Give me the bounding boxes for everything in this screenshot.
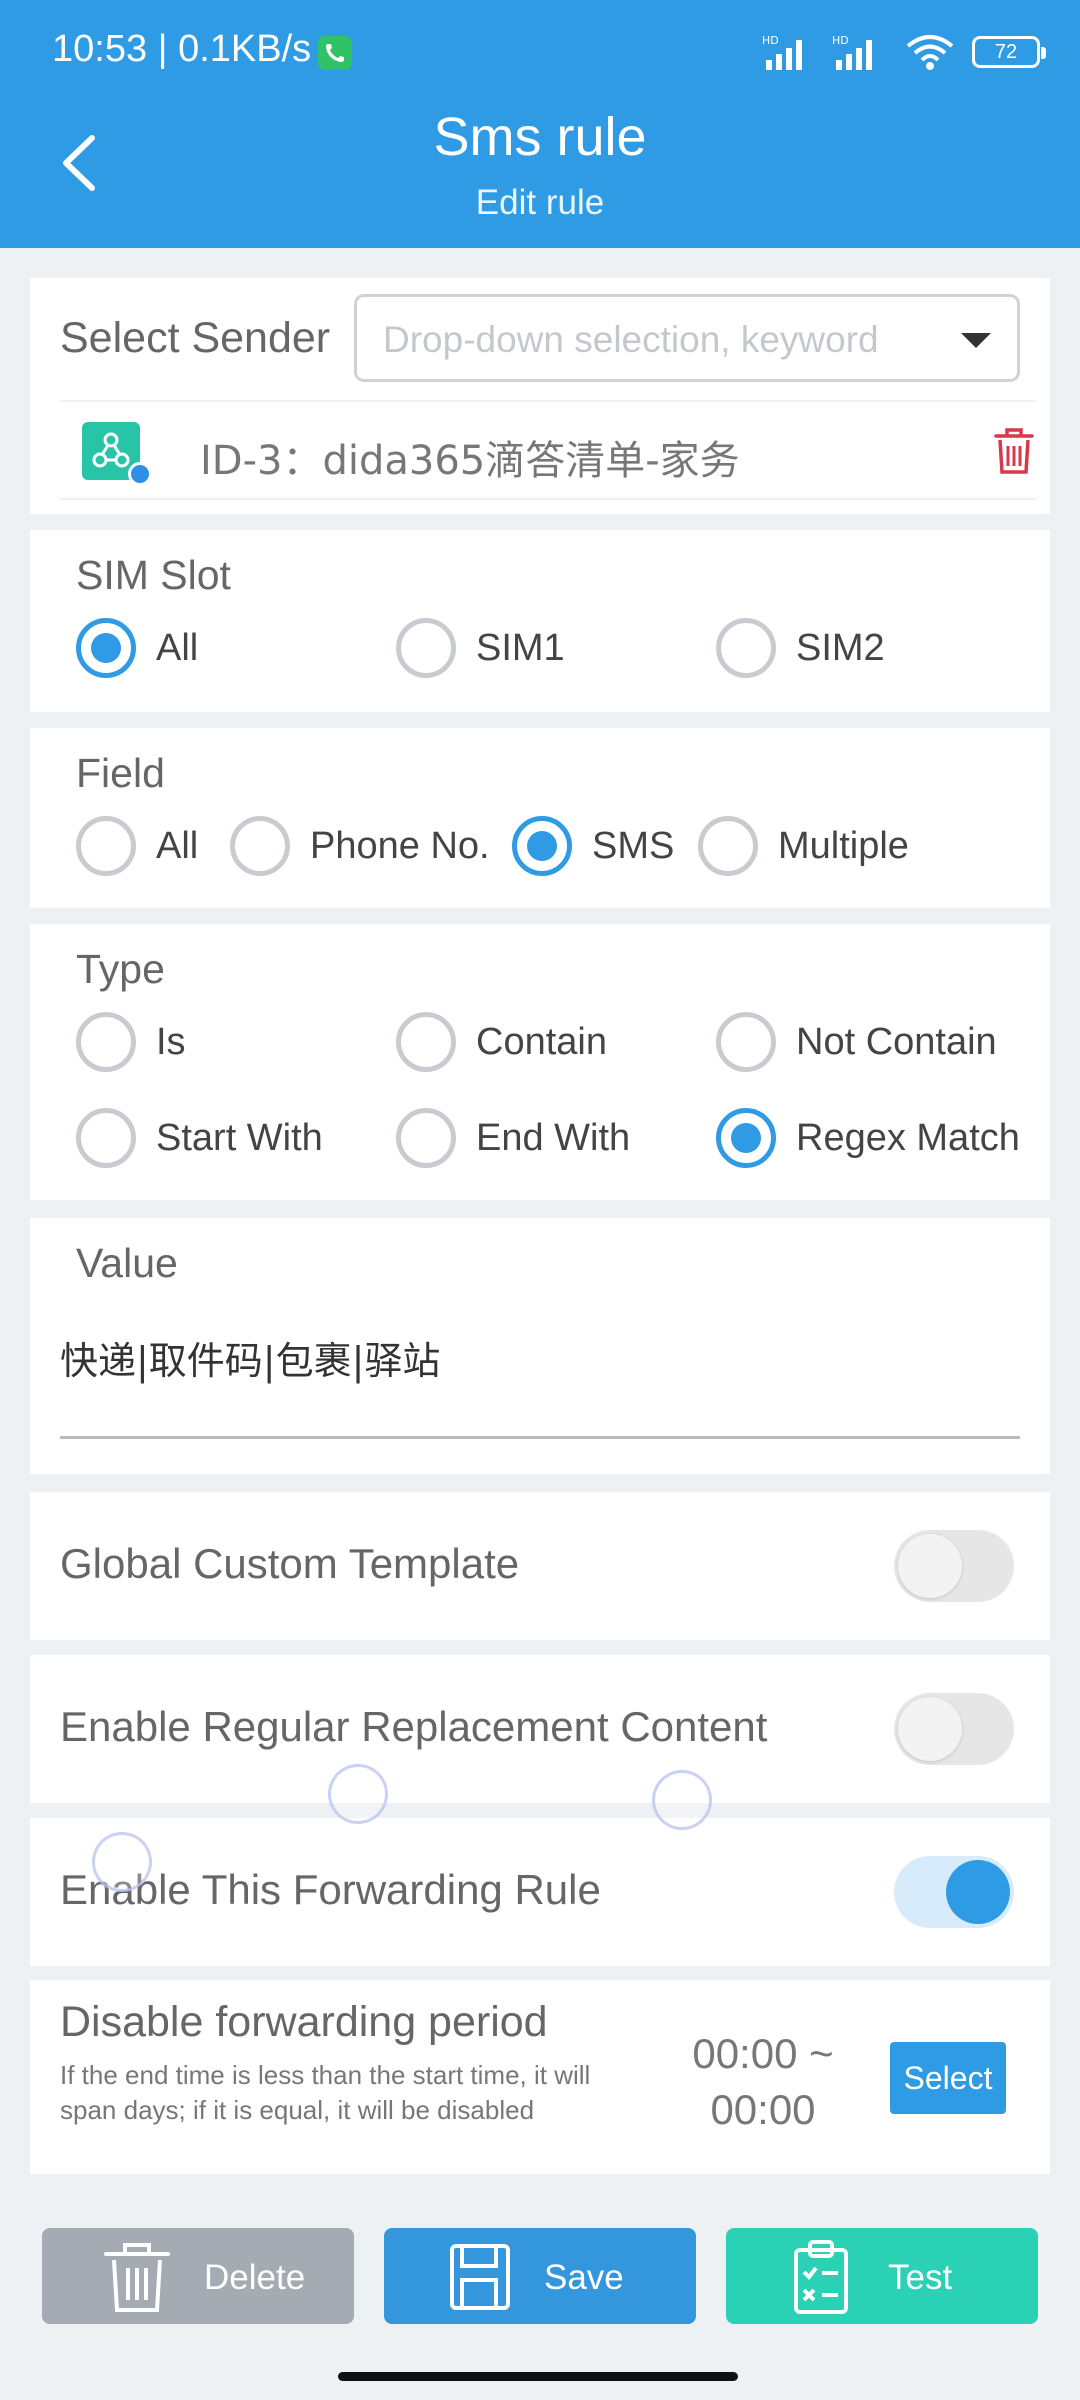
radio-button[interactable]	[396, 1012, 456, 1072]
app-header: 10:53 | 0.1KB/s HD HD 72 Sms rule Edit r…	[0, 0, 1080, 248]
period-description: If the end time is less than the start t…	[60, 2060, 591, 2125]
field-title: Field	[76, 750, 165, 796]
radio-button[interactable]	[716, 1012, 776, 1072]
radio-type-regex[interactable]: Regex Match	[716, 1108, 1020, 1168]
caret-down-icon	[961, 333, 991, 348]
test-button[interactable]: Test	[726, 2228, 1038, 2324]
save-disk-icon	[450, 2244, 510, 2310]
select-sender-label: Select Sender	[60, 314, 331, 362]
radio-type-is[interactable]: Is	[76, 1012, 186, 1072]
period-title: Disable forwarding period	[60, 1998, 548, 2046]
page-title: Sms rule	[433, 107, 647, 167]
radio-sim1[interactable]: SIM1	[396, 618, 565, 678]
radio-label: SIM1	[476, 626, 565, 669]
regex-replace-label: Enable Regular Replacement Content	[60, 1703, 768, 1750]
input-underline	[60, 1436, 1020, 1439]
radio-button[interactable]	[76, 816, 136, 876]
touch-indicator	[652, 1770, 712, 1830]
value-title: Value	[76, 1240, 178, 1286]
period-start: 00:00 ~	[692, 2030, 834, 2077]
radio-button[interactable]	[76, 1108, 136, 1168]
radio-sim2[interactable]: SIM2	[716, 618, 885, 678]
radio-type-contain[interactable]: Contain	[396, 1012, 607, 1072]
radio-label: Multiple	[778, 824, 909, 867]
svg-text:HD: HD	[762, 34, 779, 47]
sim-slot-card: SIM Slot All SIM1 SIM2	[30, 530, 1050, 712]
status-dot	[128, 462, 152, 486]
radio-label: Not Contain	[796, 1020, 997, 1063]
test-label: Test	[888, 2258, 953, 2297]
save-button[interactable]: Save	[384, 2228, 696, 2324]
regex-replace-switch[interactable]	[894, 1693, 1014, 1765]
trash-icon	[104, 2243, 170, 2312]
global-template-card: Global Custom Template	[30, 1492, 1050, 1640]
wifi-icon	[906, 35, 954, 70]
radio-field-all[interactable]: All	[76, 816, 198, 876]
radio-button[interactable]	[396, 618, 456, 678]
radio-label: Regex Match	[796, 1116, 1020, 1159]
remove-sender-trash-icon[interactable]	[992, 426, 1036, 476]
battery-icon: 72	[972, 36, 1046, 68]
radio-field-multiple[interactable]: Multiple	[698, 816, 909, 876]
clipboard-check-icon	[794, 2240, 848, 2314]
value-input[interactable]: 快递|取件码|包裹|驿站	[60, 1330, 440, 1385]
radio-field-phone[interactable]: Phone No.	[230, 816, 490, 876]
radio-button[interactable]	[396, 1108, 456, 1168]
save-label: Save	[544, 2258, 624, 2297]
radio-button-selected[interactable]	[76, 618, 136, 678]
radio-label: Is	[156, 1020, 186, 1063]
regex-replace-card: Enable Regular Replacement Content	[30, 1655, 1050, 1803]
select-period-button[interactable]: Select	[890, 2042, 1006, 2114]
radio-label: End With	[476, 1116, 631, 1159]
enable-rule-switch[interactable]	[894, 1856, 1014, 1928]
type-title: Type	[76, 946, 165, 992]
radio-label: Phone No.	[310, 824, 490, 867]
radio-button[interactable]	[716, 618, 776, 678]
enable-rule-card: Enable This Forwarding Rule	[30, 1818, 1050, 1966]
global-template-label: Global Custom Template	[60, 1540, 520, 1587]
status-time: 10:53 | 0.1KB/s	[52, 28, 312, 70]
radio-label: Contain	[476, 1020, 607, 1063]
radio-sim-all[interactable]: All	[76, 618, 198, 678]
radio-label: Start With	[156, 1116, 323, 1159]
sender-card: Select Sender Drop-down selection, keywo…	[30, 278, 1050, 514]
radio-type-start-with[interactable]: Start With	[76, 1108, 323, 1168]
signal-hd-2-icon: HD	[832, 34, 872, 70]
phone-call-icon	[318, 36, 352, 70]
radio-label: SIM2	[796, 626, 885, 669]
battery-level: 72	[994, 40, 1018, 63]
period-time-range: 00:00 ~ 00:00	[648, 2026, 878, 2138]
field-card: Field All Phone No. SMS Multiple	[30, 728, 1050, 908]
radio-label: SMS	[592, 824, 675, 867]
home-indicator[interactable]	[338, 2372, 738, 2381]
period-end: 00:00	[710, 2086, 816, 2133]
value-card: Value 快递|取件码|包裹|驿站	[30, 1218, 1050, 1474]
signal-hd-icon: HD	[762, 34, 802, 70]
status-bar: 10:53 | 0.1KB/s HD HD 72	[0, 0, 1080, 105]
delete-button[interactable]: Delete	[42, 2228, 354, 2324]
sim-slot-title: SIM Slot	[76, 552, 231, 598]
disable-period-card: Disable forwarding period If the end tim…	[30, 1980, 1050, 2174]
radio-button[interactable]	[698, 816, 758, 876]
global-template-switch[interactable]	[894, 1530, 1014, 1602]
radio-button-selected[interactable]	[716, 1108, 776, 1168]
selected-sender-name: ID-3：dida365滴答清单-家务	[200, 438, 740, 484]
sender-dropdown-placeholder: Drop-down selection, keyword	[383, 319, 879, 360]
radio-label: All	[156, 626, 199, 669]
radio-button-selected[interactable]	[512, 816, 572, 876]
delete-label: Delete	[204, 2258, 306, 2297]
radio-type-not-contain[interactable]: Not Contain	[716, 1012, 997, 1072]
page-subtitle: Edit rule	[475, 183, 605, 222]
svg-text:HD: HD	[832, 34, 849, 47]
selected-sender-row: ID-3：dida365滴答清单-家务	[60, 400, 1036, 500]
touch-indicator	[92, 1832, 152, 1892]
radio-button[interactable]	[230, 816, 290, 876]
radio-type-end-with[interactable]: End With	[396, 1108, 630, 1168]
radio-label: All	[156, 824, 199, 867]
radio-button[interactable]	[76, 1012, 136, 1072]
touch-indicator	[328, 1764, 388, 1824]
type-card: Type Is Contain Not Contain Start With E…	[30, 924, 1050, 1200]
sender-dropdown[interactable]: Drop-down selection, keyword	[354, 294, 1020, 382]
radio-field-sms[interactable]: SMS	[512, 816, 674, 876]
